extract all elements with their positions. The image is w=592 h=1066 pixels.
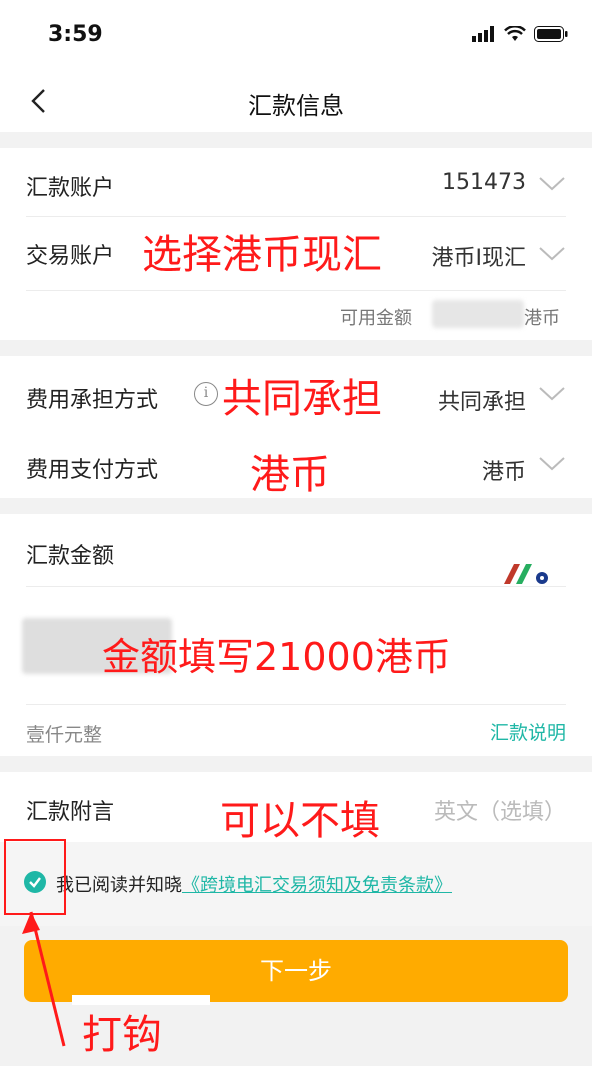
divider bbox=[26, 290, 566, 291]
remit-account-label: 汇款账户 bbox=[26, 176, 115, 201]
postscript-label: 汇款附言 bbox=[26, 800, 115, 825]
available-amount-label: 可用金额 bbox=[340, 308, 412, 329]
annotation-optional: 可以不填 bbox=[220, 798, 380, 844]
divider bbox=[26, 704, 566, 705]
postscript-placeholder[interactable]: 英文（选填） bbox=[434, 794, 566, 826]
redacted-amount bbox=[432, 300, 524, 328]
agreement-text: 我已阅读并知晓《跨境电汇交易须知及免责条款》 bbox=[56, 871, 452, 897]
agreement-prefix: 我已阅读并知晓 bbox=[56, 875, 182, 896]
signal-icon bbox=[472, 26, 494, 42]
fee-bearer-label: 费用承担方式 bbox=[26, 388, 159, 413]
amount-label: 汇款金额 bbox=[26, 544, 115, 569]
chevron-down-icon[interactable] bbox=[538, 246, 566, 262]
amount-in-words: 壹仟元整 bbox=[26, 724, 103, 746]
annotation-hkd: 港币 bbox=[250, 452, 330, 498]
wifi-icon bbox=[504, 26, 526, 41]
chevron-down-icon[interactable] bbox=[538, 386, 566, 402]
divider bbox=[26, 586, 566, 587]
annotation-checkbox-box bbox=[4, 839, 66, 915]
annotation-shared: 共同承担 bbox=[222, 376, 382, 422]
nav-bar: 汇款信息 bbox=[0, 70, 592, 132]
annotation-tick: 打钩 bbox=[82, 1012, 162, 1058]
agreement-terms-link[interactable]: 《跨境电汇交易须知及免责条款》 bbox=[182, 875, 452, 896]
info-icon[interactable]: i bbox=[194, 382, 218, 406]
annotation-select-hkd: 选择港币现汇 bbox=[142, 232, 382, 278]
status-bar: 3:59 bbox=[0, 0, 592, 70]
fee-payment-value[interactable]: 港币 bbox=[482, 454, 526, 486]
next-button[interactable]: 下一步 bbox=[24, 940, 568, 1002]
trade-account-value[interactable]: 港币I现汇 bbox=[432, 240, 527, 272]
divider bbox=[26, 216, 566, 217]
page-title: 汇款信息 bbox=[248, 92, 344, 120]
remittance-help-link[interactable]: 汇款说明 bbox=[490, 718, 566, 745]
agreement-row: 我已阅读并知晓《跨境电汇交易须知及免责条款》 bbox=[0, 842, 592, 926]
annotation-amount-fill: 金额填写21000港币 bbox=[102, 635, 451, 679]
available-amount-unit: 港币 bbox=[524, 308, 560, 329]
battery-icon bbox=[534, 26, 568, 42]
watermark-logo bbox=[504, 564, 548, 584]
fee-bearer-value[interactable]: 共同承担 bbox=[438, 384, 526, 416]
status-icons bbox=[472, 26, 568, 42]
status-time: 3:59 bbox=[48, 22, 103, 47]
chevron-down-icon[interactable] bbox=[538, 456, 566, 472]
trade-account-label: 交易账户 bbox=[26, 244, 115, 269]
remit-account-value[interactable]: 151473 bbox=[442, 170, 526, 195]
fee-payment-label: 费用支付方式 bbox=[26, 458, 159, 483]
chevron-down-icon[interactable] bbox=[538, 176, 566, 192]
